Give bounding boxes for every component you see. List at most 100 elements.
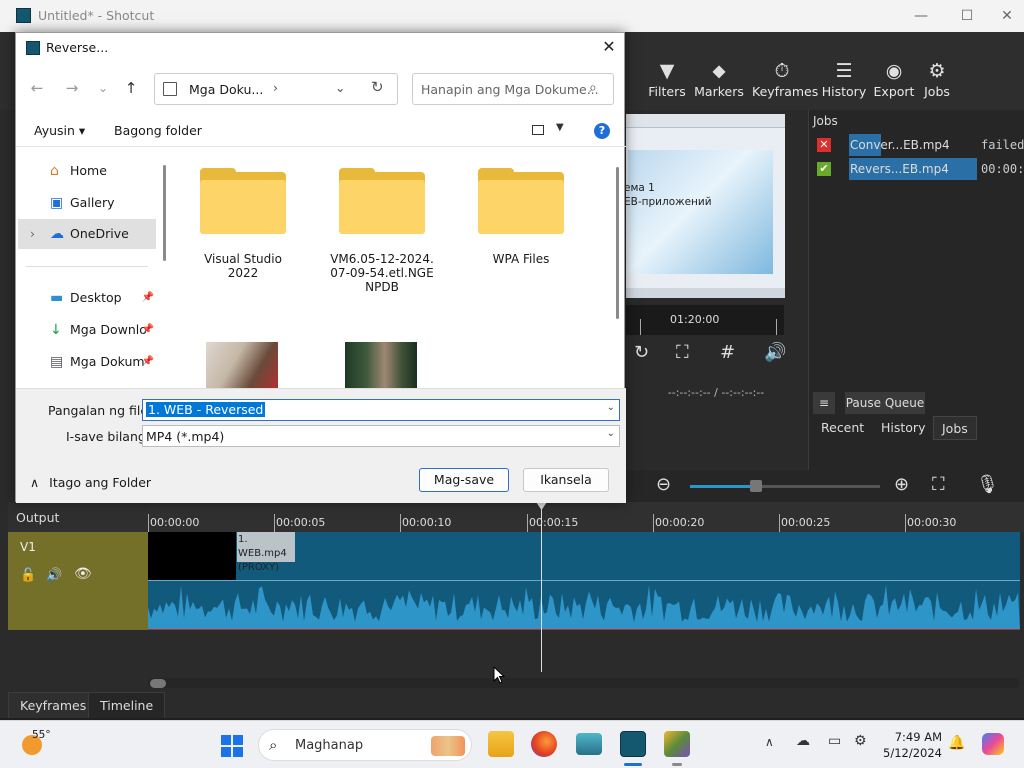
track-name: V1 (20, 540, 36, 554)
done-icon: ✔ (817, 162, 831, 176)
clock-date: 5/12/2024 (883, 746, 942, 760)
tray-overflow-icon[interactable]: ∧ (765, 735, 774, 749)
nav-item-documents[interactable]: ▤ Mga Dokum 📌 (18, 347, 156, 377)
folder-name[interactable]: Visual Studio 2022 (183, 252, 303, 280)
taskbar-search[interactable]: ⌕ Maghanap (258, 729, 472, 761)
record-audio-icon[interactable]: 🎙 (976, 474, 999, 495)
expand-icon[interactable]: › (30, 219, 35, 249)
eye-icon[interactable]: 👁 (74, 566, 92, 582)
nav-item-onedrive[interactable]: › ☁ OneDrive (18, 219, 156, 249)
video-track[interactable]: 1. WEB.mp4 (PROXY) (148, 532, 1020, 630)
video-thumbnail[interactable] (206, 342, 278, 388)
timeline-ruler[interactable]: 00:00:00 00:00:05 00:00:10 00:00:15 00:0… (148, 502, 1024, 532)
toolbar-button-filters[interactable]: ▼ Filters (637, 58, 697, 108)
display-tray-icon[interactable]: ▭ (828, 733, 841, 749)
chevron-down-icon[interactable]: ⌄ (607, 428, 615, 439)
maximize-button[interactable]: ☐ (944, 4, 990, 28)
zoom-fit-icon[interactable]: ⛶ (676, 342, 689, 363)
onedrive-tray-icon[interactable]: ☁ (796, 733, 810, 749)
file-explorer-icon[interactable] (488, 731, 514, 757)
lock-icon[interactable]: 🔓 (20, 568, 36, 583)
tab-jobs[interactable]: Jobs (933, 416, 977, 440)
weather-temperature[interactable]: 55° (32, 729, 51, 741)
playhead[interactable] (541, 502, 542, 672)
chevron-right-icon[interactable]: › (273, 80, 278, 95)
folder-name[interactable]: WPA Files (461, 252, 581, 266)
job-row[interactable]: ✕ Conver...EB.mp4 failed (813, 134, 1024, 156)
forward-button[interactable]: → (61, 77, 83, 99)
tab-recent[interactable]: Recent (813, 416, 872, 440)
toolbar-button-jobs[interactable]: ⚙ Jobs (907, 58, 967, 108)
loop-icon[interactable]: ↻ (634, 342, 649, 363)
job-row[interactable]: ✔ Revers...EB.mp4 00:00:0 (813, 158, 1024, 180)
view-icon[interactable] (532, 125, 544, 135)
chevron-down-icon[interactable]: ⌄ (607, 402, 615, 413)
address-bar[interactable]: Mga Doku... › ⌄ ↻ (154, 73, 398, 105)
zoom-fit-timeline-icon[interactable]: ⛶ (932, 474, 945, 495)
zoom-out-icon[interactable]: ⊖ (656, 474, 671, 495)
toolbar-label: Filters (648, 84, 686, 99)
pause-queue-button[interactable]: Pause Queue (845, 392, 925, 414)
save-type-select[interactable]: MP4 (*.mp4) ⌄ (142, 425, 620, 447)
nav-item-label: Home (70, 163, 107, 178)
image-app-icon[interactable] (664, 731, 690, 757)
nav-item-desktop[interactable]: ▬ Desktop 📌 (18, 283, 156, 313)
folder-icon[interactable] (478, 168, 564, 234)
back-button[interactable]: ← (26, 77, 48, 99)
ruler-label: 00:00:00 (150, 516, 200, 529)
chevron-down-icon[interactable]: ⌄ (335, 80, 345, 95)
taskbar-clock[interactable]: 7:49 AM 5/12/2024 (880, 729, 942, 761)
toolbar-button-markers[interactable]: ⬥ Markers (689, 58, 749, 108)
hide-folders-toggle[interactable]: ∧ Itago ang Folder (30, 475, 151, 490)
cancel-button[interactable]: Ikansela (523, 468, 609, 492)
dialog-bottom: Pangalan ng file: 1. WEB - Reversed ⌄ I-… (16, 388, 626, 503)
audio-waveform (148, 585, 1020, 630)
folder-icon[interactable] (339, 168, 425, 234)
timeline-scrollbar[interactable] (148, 678, 1020, 688)
copilot-icon[interactable] (982, 733, 1004, 755)
minimize-button[interactable]: — (898, 4, 944, 28)
refresh-icon[interactable]: ↻ (371, 78, 384, 96)
player-ruler[interactable]: 01:20:00 (626, 305, 784, 335)
remote-desktop-icon[interactable] (576, 733, 602, 755)
file-list-scrollbar[interactable] (616, 167, 619, 319)
folder-icon[interactable] (200, 168, 286, 234)
tab-keyframes[interactable]: Keyframes (8, 692, 99, 718)
tab-timeline[interactable]: Timeline (88, 692, 166, 718)
new-folder-button[interactable]: Bagong folder (114, 123, 202, 138)
settings-tray-icon[interactable]: ⚙ (854, 733, 867, 749)
notification-bell-icon[interactable]: 🔔 (948, 735, 965, 751)
firefox-icon[interactable] (531, 731, 557, 757)
save-button[interactable]: Mag-save (419, 468, 509, 492)
tab-history[interactable]: History (873, 416, 933, 440)
recent-locations-button[interactable]: ⌄ (92, 77, 114, 99)
search-input[interactable]: Hanapin ang Mga Dokume... ⌕ (412, 73, 614, 105)
video-thumbnail[interactable] (345, 342, 417, 388)
dialog-close-button[interactable]: ✕ (596, 35, 622, 59)
nav-item-home[interactable]: ⌂ Home (18, 156, 156, 186)
jobs-menu-button[interactable]: ≡ (813, 392, 835, 414)
volume-icon[interactable]: 🔊 (764, 342, 786, 363)
up-button[interactable]: ↑ (120, 77, 142, 99)
help-icon[interactable]: ? (594, 123, 610, 139)
pin-icon: 📌 (141, 324, 154, 335)
nav-scrollbar[interactable] (163, 165, 166, 261)
toolbar-button-keyframes[interactable]: ⏱ Keyframes (752, 58, 818, 108)
nav-item-gallery[interactable]: ▣ Gallery (18, 188, 156, 218)
folder-name[interactable]: VM6.05-12-2024. 07-09-54.etl.NGE NPDB (322, 252, 442, 294)
zoom-in-icon[interactable]: ⊕ (894, 474, 909, 495)
grid-icon[interactable]: # (720, 342, 735, 363)
filename-field[interactable]: 1. WEB - Reversed ⌄ (142, 399, 620, 421)
nav-item-downloads[interactable]: ↓ Mga Downlo 📌 (18, 315, 156, 345)
windows-taskbar: 55° ⌕ Maghanap ∧ ☁ ▭ ⚙ 7:49 AM 5/12/2024… (0, 720, 1024, 768)
organize-button[interactable]: Ayusin ▾ (34, 123, 85, 138)
shotcut-taskbar-icon[interactable] (620, 731, 646, 757)
start-button[interactable] (221, 735, 243, 757)
zoom-slider-handle[interactable] (750, 480, 762, 492)
ruler-label: 00:00:25 (781, 516, 831, 529)
close-window-button[interactable]: ✕ (990, 4, 1024, 28)
chevron-down-icon[interactable]: ▼ (556, 122, 564, 133)
mute-icon[interactable]: 🔊 (46, 568, 62, 583)
track-header-v1[interactable]: V1 🔓 🔊 👁 (8, 532, 148, 630)
timeline-scrollbar-handle[interactable] (150, 679, 166, 688)
